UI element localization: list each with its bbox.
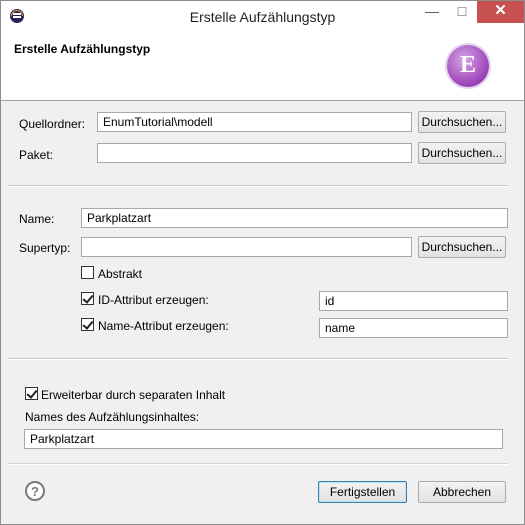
content-name-label: Names des Aufzählungsinhaltes: (25, 410, 200, 424)
supertype-input[interactable] (81, 237, 412, 257)
name-attribute-label: Name-Attribut erzeugen: (98, 319, 229, 333)
supertype-label: Supertyp: (19, 241, 71, 255)
abstract-label: Abstrakt (98, 267, 143, 281)
package-input[interactable] (97, 143, 412, 163)
help-icon[interactable]: ? (25, 481, 45, 501)
package-browse-button[interactable]: Durchsuchen... (418, 142, 506, 164)
id-attribute-checkbox[interactable] (81, 292, 94, 305)
extensible-checkbox[interactable] (25, 387, 38, 400)
id-attribute-input[interactable]: id (319, 291, 508, 311)
package-label: Paket: (19, 148, 54, 162)
extensible-label: Erweiterbar durch separaten Inhalt (41, 388, 226, 402)
separator (8, 358, 508, 360)
maximize-button[interactable]: □ (447, 1, 477, 23)
dialog-window: Erstelle Aufzählungstyp — □ ✕ Erstelle A… (0, 0, 525, 525)
enum-e-icon: E (447, 45, 489, 87)
finish-button[interactable]: Fertigstellen (318, 481, 407, 503)
abstract-checkbox[interactable] (81, 266, 94, 279)
separator (8, 185, 508, 187)
close-button[interactable]: ✕ (477, 1, 524, 23)
name-input[interactable]: Parkplatzart (81, 208, 508, 228)
name-attribute-checkbox[interactable] (81, 318, 94, 331)
page-title: Erstelle Aufzählungstyp (14, 42, 151, 56)
separator (8, 463, 508, 465)
name-label: Name: (19, 212, 55, 226)
content-name-input[interactable]: Parkplatzart (24, 429, 503, 449)
name-attribute-input[interactable]: name (319, 318, 508, 338)
supertype-browse-button[interactable]: Durchsuchen... (418, 236, 506, 258)
source-folder-label: Quellordner: (19, 117, 86, 131)
source-folder-browse-button[interactable]: Durchsuchen... (418, 111, 506, 133)
title-bar[interactable]: Erstelle Aufzählungstyp — □ ✕ (1, 1, 524, 32)
wizard-header: Erstelle Aufzählungstyp E (1, 32, 524, 101)
source-folder-input[interactable]: EnumTutorial\modell (97, 112, 412, 132)
cancel-button[interactable]: Abbrechen (418, 481, 506, 503)
id-attribute-label: ID-Attribut erzeugen: (98, 293, 209, 307)
minimize-button[interactable]: — (417, 1, 447, 23)
